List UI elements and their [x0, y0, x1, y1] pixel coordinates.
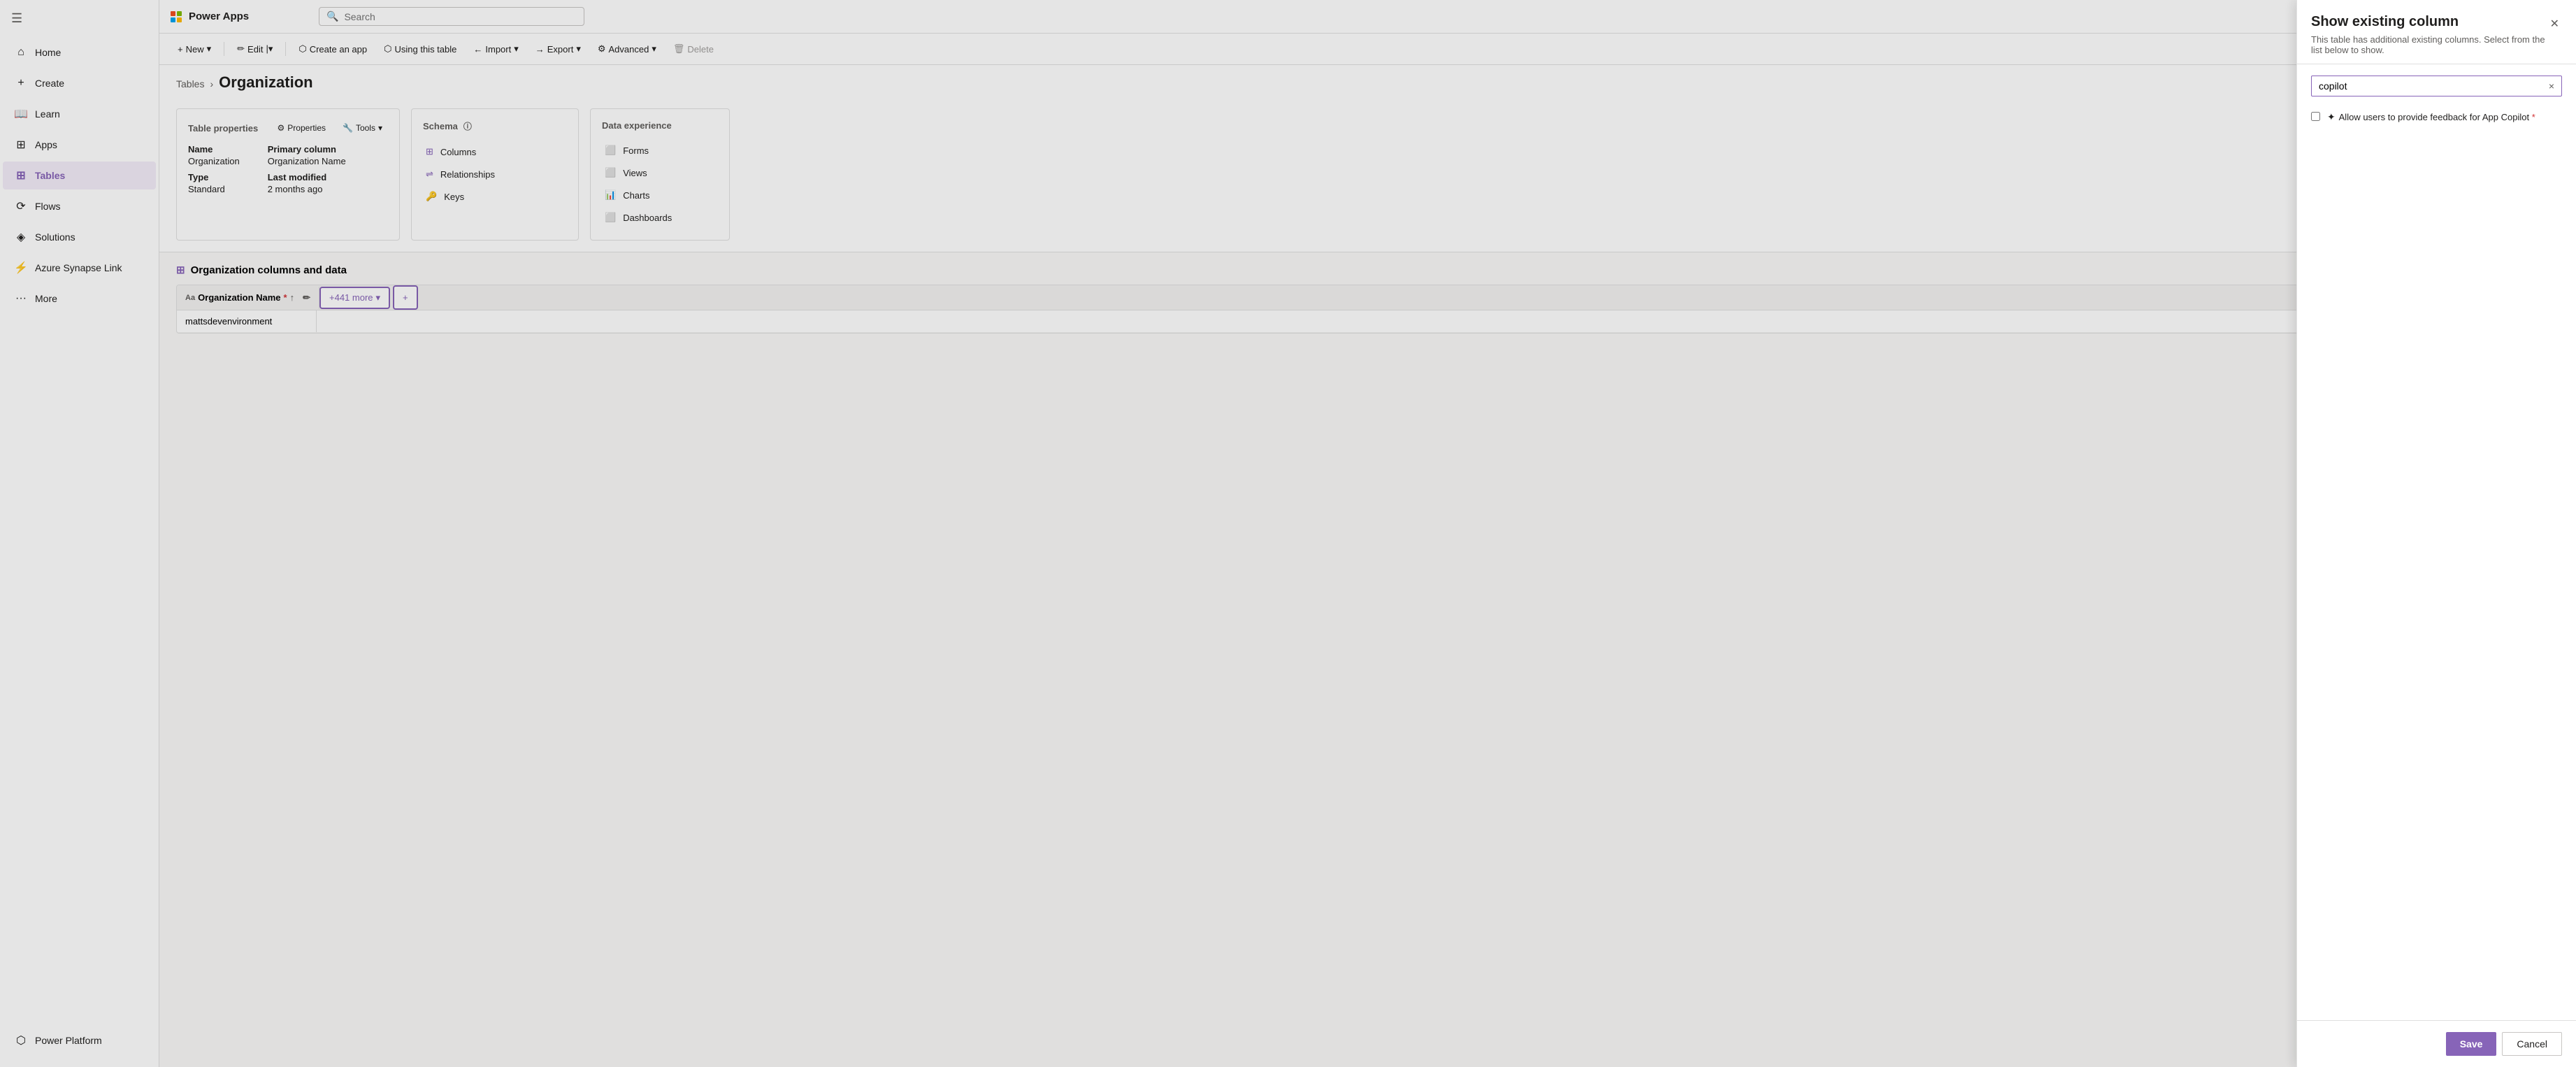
panel-header: Show existing column This table has addi…: [2297, 0, 2576, 64]
copilot-icon: ✦: [2327, 110, 2336, 124]
column-label[interactable]: ✦ Allow users to provide feedback for Ap…: [2327, 110, 2535, 124]
panel-subtitle: This table has additional existing colum…: [2311, 34, 2547, 55]
panel-search[interactable]: ×: [2311, 76, 2562, 96]
show-existing-column-panel: Show existing column This table has addi…: [2296, 0, 2576, 1067]
save-button[interactable]: Save: [2446, 1032, 2497, 1056]
column-checkbox[interactable]: [2311, 112, 2320, 121]
panel-close-button[interactable]: ✕: [2547, 14, 2562, 34]
column-checkbox-row: ✦ Allow users to provide feedback for Ap…: [2311, 108, 2562, 127]
required-indicator: *: [2532, 112, 2535, 122]
panel-search-clear-button[interactable]: ×: [2549, 80, 2554, 92]
panel-body: × ✦ Allow users to provide feedback for …: [2297, 64, 2576, 1020]
cancel-button[interactable]: Cancel: [2502, 1032, 2562, 1056]
panel-search-input[interactable]: [2319, 80, 2543, 92]
panel-title: Show existing column: [2311, 14, 2547, 30]
panel-footer: Save Cancel: [2297, 1020, 2576, 1067]
overlay[interactable]: [0, 0, 2576, 1067]
